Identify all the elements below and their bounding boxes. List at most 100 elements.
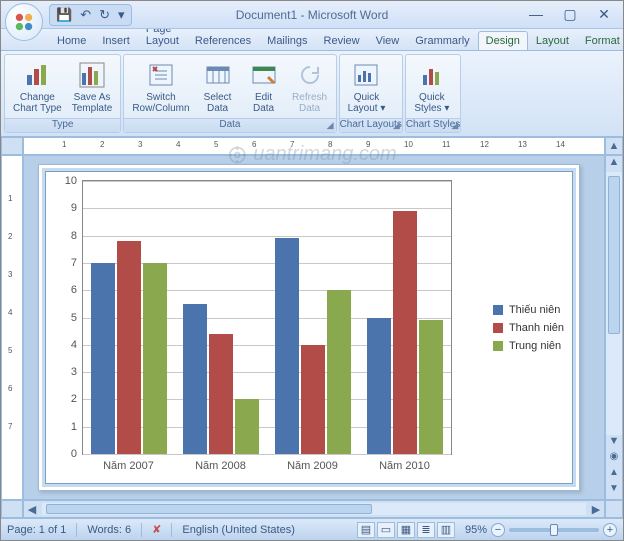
tab-insert[interactable]: Insert — [94, 31, 138, 50]
y-axis-label: 7 — [71, 257, 77, 269]
maximize-button[interactable]: ▢ — [557, 5, 583, 23]
zoom-out-button[interactable]: − — [491, 523, 505, 537]
scroll-left-icon[interactable]: ◀ — [24, 503, 40, 516]
status-words[interactable]: Words: 6 — [87, 524, 131, 536]
redo-icon[interactable]: ↻ — [99, 7, 110, 23]
ribbon-tabs: HomeInsertPage LayoutReferencesMailingsR… — [1, 29, 623, 51]
y-axis-label: 1 — [71, 421, 77, 433]
zoom-thumb[interactable] — [550, 524, 558, 536]
ribbon-group-chart-layouts: QuickLayout ▾Chart Layouts◢ — [339, 54, 403, 133]
chart-bar[interactable] — [419, 320, 443, 454]
scroll-up-icon[interactable]: ▲ — [609, 156, 620, 172]
zoom-in-button[interactable]: + — [603, 523, 617, 537]
chart-bar[interactable] — [117, 241, 141, 454]
switch-row-column-button[interactable]: SwitchRow/Column — [128, 58, 193, 116]
legend-item[interactable]: Thanh niên — [493, 322, 564, 334]
category-group: Năm 2010 — [359, 181, 451, 454]
status-language[interactable]: English (United States) — [182, 524, 295, 536]
office-button[interactable] — [5, 3, 43, 41]
zoom-value[interactable]: 95% — [465, 524, 487, 536]
tab-format[interactable]: Format — [577, 31, 624, 50]
ruler-tick: 1 — [62, 140, 66, 149]
tab-grammarly[interactable]: Grammarly — [407, 31, 477, 50]
ruler-tick: 2 — [100, 140, 104, 149]
chart-bar[interactable] — [91, 263, 115, 454]
title-bar: 💾 ↶ ↻ ▾ Document1 - Microsoft Word — ▢ ✕ — [1, 1, 623, 29]
zoom-slider[interactable] — [509, 528, 599, 532]
save-icon[interactable]: 💾 — [56, 7, 72, 23]
next-page-up-icon[interactable]: ▲ — [609, 467, 619, 483]
chart-bar[interactable] — [143, 263, 167, 454]
scroll-down-icon[interactable]: ▼ — [609, 435, 620, 451]
workspace: 1234567891011121314 ▲ 1234567 0123456789… — [1, 137, 623, 518]
ruler-toggle-icon[interactable]: ▲ — [605, 137, 623, 155]
ruler-tick: 6 — [252, 140, 256, 149]
ribbon-group-type: ChangeChart TypeSave AsTemplateType — [4, 54, 121, 133]
chart-bar[interactable] — [393, 211, 417, 454]
tab-home[interactable]: Home — [49, 31, 94, 50]
quick-styles-button[interactable]: QuickStyles ▾ — [410, 58, 454, 116]
chart-bar[interactable] — [367, 318, 391, 455]
dialog-launcher-icon[interactable]: ◢ — [393, 120, 400, 131]
horizontal-scrollbar[interactable]: ◀ ▶ — [23, 500, 605, 518]
close-button[interactable]: ✕ — [591, 5, 617, 23]
quick-styles-button-label: QuickStyles ▾ — [414, 92, 449, 114]
edit-data-button[interactable]: EditData — [242, 58, 286, 116]
proofing-icon[interactable]: ✘ — [152, 523, 161, 536]
horizontal-ruler[interactable]: 1234567891011121314 — [23, 137, 605, 155]
undo-icon[interactable]: ↶ — [80, 7, 91, 23]
save-as-template-button[interactable]: Save AsTemplate — [68, 58, 117, 116]
scroll-track[interactable] — [606, 172, 622, 435]
select-data-button[interactable]: SelectData — [196, 58, 240, 116]
hscroll-track[interactable] — [42, 503, 586, 515]
ruler-corner[interactable] — [1, 137, 23, 155]
zoom-control: 95% − + — [465, 523, 617, 537]
refresh-data-button-label: RefreshData — [292, 92, 327, 114]
chart-bar[interactable] — [301, 345, 325, 454]
outline-view-icon[interactable]: ≣ — [417, 522, 435, 538]
tab-design[interactable]: Design — [478, 31, 528, 50]
template-icon — [77, 60, 107, 90]
status-page[interactable]: Page: 1 of 1 — [7, 524, 66, 536]
vertical-ruler[interactable]: 1234567 — [1, 155, 23, 500]
minimize-button[interactable]: — — [523, 5, 549, 23]
tab-layout[interactable]: Layout — [528, 31, 577, 50]
edit-data-button-label: EditData — [253, 92, 274, 114]
ruler-tick: 2 — [8, 232, 12, 241]
chart-bar[interactable] — [327, 290, 351, 454]
x-axis-label: Năm 2008 — [175, 460, 266, 472]
tab-references[interactable]: References — [187, 31, 259, 50]
vertical-scrollbar[interactable]: ▲ ▼ ◉ ▲ ▼ — [605, 155, 623, 500]
full-screen-view-icon[interactable]: ▭ — [377, 522, 395, 538]
switch-row-column-button-label: SwitchRow/Column — [132, 92, 189, 114]
tab-review[interactable]: Review — [316, 31, 368, 50]
document-area[interactable]: 012345678910Năm 2007Năm 2008Năm 2009Năm … — [23, 155, 605, 500]
quick-layout-button[interactable]: QuickLayout ▾ — [344, 58, 390, 116]
scroll-thumb[interactable] — [608, 176, 620, 334]
chart-bar[interactable] — [209, 334, 233, 454]
prev-page-icon[interactable]: ◉ — [610, 451, 619, 467]
hscroll-thumb[interactable] — [46, 504, 372, 514]
category-group: Năm 2007 — [83, 181, 175, 454]
y-axis-label: 3 — [71, 366, 77, 378]
legend-item[interactable]: Trung niên — [493, 340, 564, 352]
dialog-launcher-icon[interactable]: ◢ — [327, 120, 334, 131]
chart-bar[interactable] — [183, 304, 207, 454]
tab-view[interactable]: View — [368, 31, 408, 50]
qat-dropdown-icon[interactable]: ▾ — [118, 7, 125, 23]
ruler-tick: 9 — [366, 140, 370, 149]
print-layout-view-icon[interactable]: ▤ — [357, 522, 375, 538]
tab-mailings[interactable]: Mailings — [259, 31, 315, 50]
chart-object[interactable]: 012345678910Năm 2007Năm 2008Năm 2009Năm … — [45, 171, 573, 484]
scroll-right-icon[interactable]: ▶ — [588, 503, 604, 516]
dialog-launcher-icon[interactable]: ◢ — [451, 120, 458, 131]
web-layout-view-icon[interactable]: ▦ — [397, 522, 415, 538]
y-axis-label: 6 — [71, 284, 77, 296]
chart-bar[interactable] — [275, 238, 299, 454]
legend-item[interactable]: Thiếu niên — [493, 304, 564, 316]
ruler-tick: 11 — [442, 140, 450, 149]
chart-bar[interactable] — [235, 399, 259, 454]
change-chart-type-button[interactable]: ChangeChart Type — [9, 58, 66, 116]
next-page-down-icon[interactable]: ▼ — [609, 483, 619, 499]
draft-view-icon[interactable]: ▥ — [437, 522, 455, 538]
